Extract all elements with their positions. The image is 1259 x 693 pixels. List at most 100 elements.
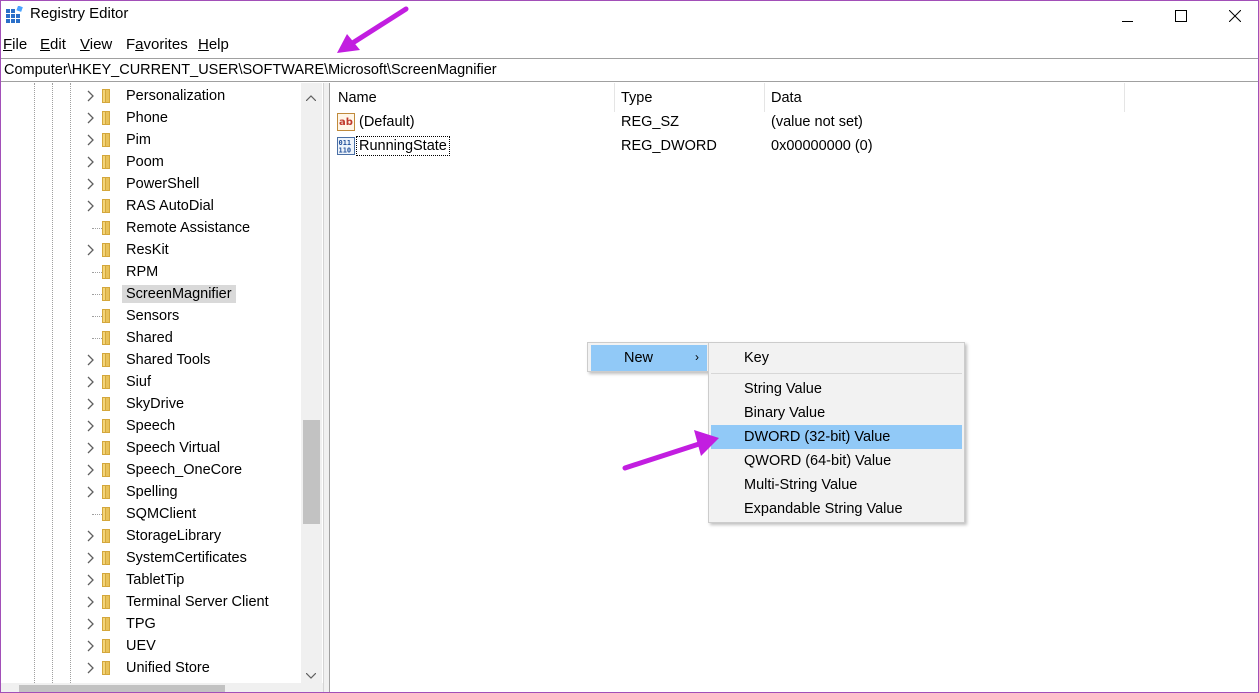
tree-item[interactable]: UEV	[1, 635, 301, 657]
scrollbar-thumb[interactable]	[303, 420, 320, 524]
scroll-down-arrow-icon[interactable]	[305, 667, 317, 683]
chevron-right-icon[interactable]	[85, 177, 97, 191]
chevron-right-icon[interactable]	[85, 617, 97, 631]
chevron-right-icon[interactable]	[85, 375, 97, 389]
tree-item[interactable]: Pim	[1, 129, 301, 151]
column-type[interactable]: Type	[615, 83, 765, 112]
menu-item-label: Expandable String Value	[744, 501, 903, 517]
menu-help[interactable]: Help	[198, 36, 229, 53]
menu-item-new[interactable]: New ›	[591, 345, 707, 371]
close-button[interactable]	[1212, 1, 1258, 31]
menu-item-key[interactable]: Key	[711, 346, 962, 370]
menu-item-dword-value[interactable]: DWORD (32-bit) Value	[711, 425, 962, 449]
folder-icon	[102, 506, 119, 522]
chevron-right-icon[interactable]	[85, 155, 97, 169]
chevron-right-icon[interactable]	[85, 353, 97, 367]
tree-item[interactable]: Sensors	[1, 305, 301, 327]
tree-item[interactable]: Unified Store	[1, 657, 301, 679]
chevron-right-icon[interactable]	[85, 573, 97, 587]
folder-icon	[102, 418, 119, 434]
column-name[interactable]: Name	[330, 83, 615, 112]
tree-item[interactable]: StorageLibrary	[1, 525, 301, 547]
tree-item-label: TabletTip	[126, 572, 185, 588]
tree-item[interactable]: SystemCertificates	[1, 547, 301, 569]
column-data[interactable]: Data	[765, 83, 1125, 112]
list-row[interactable]: 011 110 RunningState REG_DWORD 0x0000000…	[330, 136, 1258, 158]
tree-item-label: Sensors	[126, 308, 180, 324]
menu-file[interactable]: File	[3, 36, 27, 53]
tree-item[interactable]: TabletTip	[1, 569, 301, 591]
tree-item[interactable]: PowerShell	[1, 173, 301, 195]
menu-item-label: DWORD (32-bit) Value	[744, 429, 891, 445]
folder-icon	[102, 110, 119, 126]
scrollbar-thumb[interactable]	[19, 685, 225, 692]
minimize-button[interactable]	[1104, 1, 1150, 31]
tree-item[interactable]: Speech	[1, 415, 301, 437]
chevron-right-icon[interactable]	[85, 595, 97, 609]
menu-item-multi-string-value[interactable]: Multi-String Value	[711, 473, 962, 497]
address-path[interactable]: Computer\HKEY_CURRENT_USER\SOFTWARE\Micr…	[4, 62, 497, 78]
tree-item-label: Poom	[126, 154, 164, 170]
list-row[interactable]: ab (Default) REG_SZ (value not set)	[330, 112, 1258, 134]
pane-splitter[interactable]	[323, 83, 330, 692]
menu-item-qword-value[interactable]: QWORD (64-bit) Value	[711, 449, 962, 473]
chevron-right-icon[interactable]	[85, 639, 97, 653]
tree-item[interactable]: ScreenMagnifier	[1, 283, 301, 305]
menu-favorites[interactable]: Favorites	[126, 36, 188, 53]
menu-item-label: New	[624, 350, 654, 366]
tree-item[interactable]: ResKit	[1, 239, 301, 261]
folder-icon	[102, 374, 119, 390]
menu-edit[interactable]: Edit	[40, 36, 66, 53]
chevron-right-icon[interactable]	[85, 243, 97, 257]
chevron-right-icon[interactable]	[85, 661, 97, 675]
menu-item-binary-value[interactable]: Binary Value	[711, 401, 962, 425]
chevron-right-icon[interactable]	[85, 419, 97, 433]
submenu-arrow-icon: ›	[695, 350, 699, 364]
key-tree[interactable]: Personalization Phone Pim Poom PowerShell RAS…	[1, 83, 323, 692]
folder-icon	[102, 88, 119, 104]
tree-item[interactable]: Phone	[1, 107, 301, 129]
tree-item[interactable]: SkyDrive	[1, 393, 301, 415]
tree-item-label: ResKit	[126, 242, 169, 258]
chevron-right-icon[interactable]	[85, 463, 97, 477]
tree-item-label: ScreenMagnifier	[122, 285, 236, 303]
tree-item[interactable]: SQMClient	[1, 503, 301, 525]
registry-editor-window: Registry Editor File Edit View Favorites…	[0, 0, 1259, 693]
tree-vertical-scrollbar[interactable]	[301, 83, 322, 683]
tree-item[interactable]: Shared	[1, 327, 301, 349]
tree-item[interactable]: Speech_OneCore	[1, 459, 301, 481]
tree-item[interactable]: Shared Tools	[1, 349, 301, 371]
tree-item[interactable]: RAS AutoDial	[1, 195, 301, 217]
menu-item-label: Binary Value	[744, 405, 826, 421]
chevron-right-icon[interactable]	[85, 441, 97, 455]
svg-text:ab: ab	[339, 117, 353, 128]
menu-item-string-value[interactable]: String Value	[711, 377, 962, 401]
address-bar[interactable]: Computer\HKEY_CURRENT_USER\SOFTWARE\Micr…	[1, 58, 1258, 82]
tree-item[interactable]: Poom	[1, 151, 301, 173]
chevron-right-icon[interactable]	[85, 89, 97, 103]
menu-item-expandable-string-value[interactable]: Expandable String Value	[711, 497, 962, 521]
chevron-right-icon[interactable]	[85, 111, 97, 125]
maximize-button[interactable]	[1158, 1, 1204, 31]
tree-item[interactable]: Terminal Server Client	[1, 591, 301, 613]
chevron-right-icon[interactable]	[85, 199, 97, 213]
tree-item[interactable]: TPG	[1, 613, 301, 635]
chevron-right-icon[interactable]	[85, 551, 97, 565]
tree-item[interactable]: Speech Virtual	[1, 437, 301, 459]
tree-item[interactable]: RPM	[1, 261, 301, 283]
menu-view[interactable]: View	[80, 36, 112, 53]
chevron-right-icon[interactable]	[85, 485, 97, 499]
folder-icon	[102, 242, 119, 258]
chevron-right-icon[interactable]	[85, 397, 97, 411]
chevron-right-icon[interactable]	[85, 529, 97, 543]
scroll-up-arrow-icon[interactable]	[305, 89, 317, 105]
chevron-right-icon[interactable]	[85, 133, 97, 147]
folder-icon	[102, 528, 119, 544]
tree-horizontal-scrollbar[interactable]	[1, 683, 323, 692]
tree-item[interactable]: Spelling	[1, 481, 301, 503]
folder-icon	[102, 352, 119, 368]
tree-item-label: Remote Assistance	[126, 220, 251, 236]
tree-item[interactable]: Personalization	[1, 85, 301, 107]
tree-item[interactable]: Siuf	[1, 371, 301, 393]
tree-item[interactable]: Remote Assistance	[1, 217, 301, 239]
